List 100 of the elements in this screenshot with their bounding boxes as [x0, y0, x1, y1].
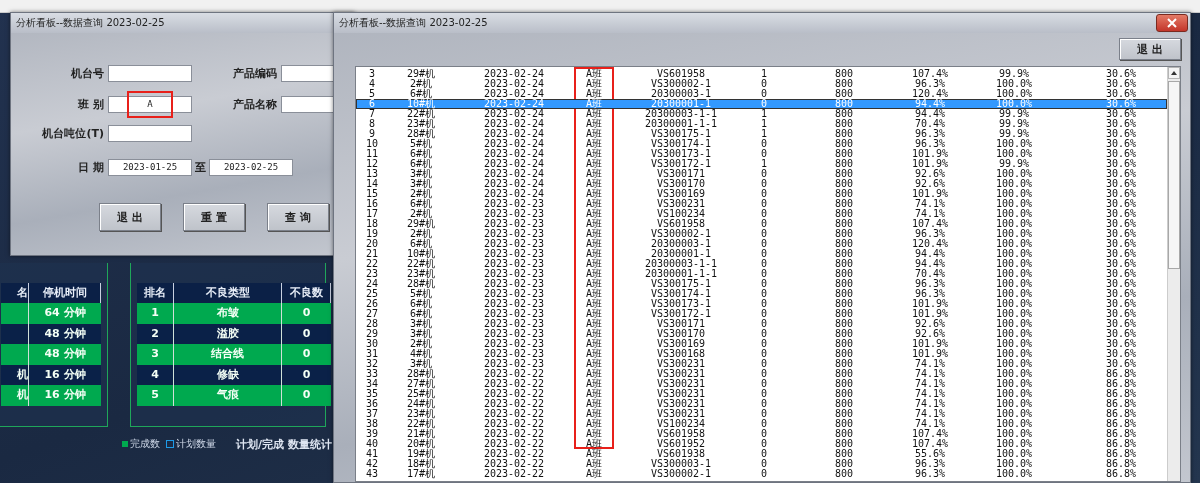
row-cell-text: A班: [585, 269, 603, 279]
scrollbar-thumb[interactable]: [1168, 81, 1180, 269]
row-cell-text: 74.1%: [913, 359, 947, 369]
input-field[interactable]: A: [108, 96, 192, 113]
row-cell-text: 25: [364, 289, 379, 299]
close-button[interactable]: [1156, 14, 1188, 32]
row-cell-text: 0: [760, 149, 768, 159]
list-row[interactable]: 14 3#机 2023-02-24 A班 VS300170 0 800 92.6% 100.0% 30.6%: [356, 179, 1167, 189]
list-row[interactable]: 35 25#机 2023-02-22 A班 VS300231 0 800 74.1% 100.0% 86.8%: [356, 389, 1167, 399]
row-cell-text: 20300003-1: [649, 89, 713, 99]
table-cell: 2: [137, 323, 174, 345]
row-cell-text: 800: [833, 189, 855, 199]
row-cell-text: 800: [833, 299, 855, 309]
row-cell-text: 13: [364, 169, 379, 179]
row-cell-text: VS300170: [655, 179, 707, 189]
list-row[interactable]: 16 6#机 2023-02-23 A班 VS300231 0 800 74.1% 100.0% 30.6%: [356, 199, 1167, 209]
list-row[interactable]: 5 6#机 2023-02-24 A班 20300003-1 0 800 120.4% 100.0% 30.6%: [356, 89, 1167, 99]
list-row[interactable]: 43 17#机 2023-02-22 A班 VS300002-1 0 800 96.3% 100.0% 86.8%: [356, 469, 1167, 479]
row-cell-text: 18: [364, 219, 379, 229]
row-cell-text: 24: [364, 279, 379, 289]
row-cell-text: 800: [833, 69, 855, 79]
date-field[interactable]: 2023-01-25: [108, 159, 192, 176]
row-cell-text: 2023-02-22: [482, 459, 546, 469]
row-cell-text: 100.0%: [994, 79, 1034, 89]
row-cell-text: 74.1%: [913, 199, 947, 209]
row-cell-text: 22#机: [405, 419, 437, 429]
list-row[interactable]: 10 5#机 2023-02-24 A班 VS300174-1 0 800 96.3% 100.0% 30.6%: [356, 139, 1167, 149]
row-cell-text: 0: [760, 379, 768, 389]
list-row[interactable]: 42 18#机 2023-02-22 A班 VS300003-1 0 800 96.3% 100.0% 86.8%: [356, 459, 1167, 469]
row-cell-text: 800: [833, 439, 855, 449]
exit-button[interactable]: 退 出: [1119, 38, 1181, 60]
row-cell-text: 100.0%: [994, 449, 1034, 459]
list-row[interactable]: 31 4#机 2023-02-23 A班 VS300168 0 800 101.9% 100.0% 30.6%: [356, 349, 1167, 359]
list-row[interactable]: 24 28#机 2023-02-23 A班 VS300175-1 0 800 96.3% 100.0% 30.6%: [356, 279, 1167, 289]
list-row[interactable]: 32 3#机 2023-02-23 A班 VS300231 0 800 74.1% 100.0% 30.6%: [356, 359, 1167, 369]
row-cell-text: 92.6%: [913, 329, 947, 339]
list-row[interactable]: 34 27#机 2023-02-22 A班 VS300231 0 800 74.1% 100.0% 86.8%: [356, 379, 1167, 389]
row-cell-text: A班: [585, 449, 603, 459]
list-row[interactable]: 3 29#机 2023-02-24 A班 VS601958 1 800 107.4% 99.9% 30.6%: [356, 69, 1167, 79]
row-cell-text: 42: [364, 459, 379, 469]
list-row[interactable]: 38 22#机 2023-02-22 A班 VS100234 0 800 74.1% 100.0% 86.8%: [356, 419, 1167, 429]
list-row[interactable]: 39 21#机 2023-02-22 A班 VS601958 0 800 107.4% 100.0% 86.8%: [356, 429, 1167, 439]
row-cell-text: 800: [833, 129, 855, 139]
list-row[interactable]: 36 24#机 2023-02-22 A班 VS300231 0 800 74.1% 100.0% 86.8%: [356, 399, 1167, 409]
row-cell-text: 19: [364, 229, 379, 239]
input-field[interactable]: [108, 65, 192, 82]
list-row[interactable]: 17 2#机 2023-02-23 A班 VS100234 0 800 74.1% 100.0% 30.6%: [356, 209, 1167, 219]
row-cell-text: 0: [760, 259, 768, 269]
table-cell: 0: [282, 323, 331, 345]
row-cell-text: 2023-02-23: [482, 359, 546, 369]
list-row[interactable]: 25 5#机 2023-02-23 A班 VS300174-1 0 800 96.3% 100.0% 30.6%: [356, 289, 1167, 299]
list-row[interactable]: 8 23#机 2023-02-24 A班 20300001-1-1 1 800 70.4% 99.9% 30.6%: [356, 119, 1167, 129]
row-cell-text: 30.6%: [1104, 239, 1138, 249]
list-row[interactable]: 18 29#机 2023-02-23 A班 VS601958 0 800 107.4% 100.0% 30.6%: [356, 219, 1167, 229]
field-label: 产品编码: [232, 66, 278, 81]
row-cell-text: A班: [585, 79, 603, 89]
table-cell: 布皱: [174, 303, 282, 324]
input-field[interactable]: [108, 125, 192, 142]
list-row[interactable]: 27 6#机 2023-02-23 A班 VS300172-1 0 800 101.9% 100.0% 30.6%: [356, 309, 1167, 319]
row-cell-text: 2023-02-24: [482, 129, 546, 139]
dialog-button[interactable]: 重 置: [183, 203, 245, 231]
date-field[interactable]: 2023-02-25: [209, 159, 293, 176]
row-cell-text: 800: [833, 349, 855, 359]
list-row[interactable]: 23 23#机 2023-02-23 A班 20300001-1-1 0 800 70.4% 100.0% 30.6%: [356, 269, 1167, 279]
row-cell-text: 30.6%: [1104, 199, 1138, 209]
list-row[interactable]: 21 10#机 2023-02-23 A班 20300001-1 0 800 94.4% 100.0% 30.6%: [356, 249, 1167, 259]
row-cell-text: 30.6%: [1104, 229, 1138, 239]
list-row[interactable]: 11 6#机 2023-02-24 A班 VS300173-1 0 800 101.9% 100.0% 30.6%: [356, 149, 1167, 159]
row-cell-text: 20300001-1: [649, 99, 713, 109]
list-row[interactable]: 29 3#机 2023-02-23 A班 VS300170 0 800 92.6% 100.0% 30.6%: [356, 329, 1167, 339]
row-cell-text: 17: [364, 209, 379, 219]
row-cell-text: 30.6%: [1104, 69, 1138, 79]
row-cell-text: 30.6%: [1104, 209, 1138, 219]
scroll-up-button[interactable]: [1168, 67, 1180, 79]
list-row[interactable]: 41 19#机 2023-02-22 A班 VS601938 0 800 55.6% 100.0% 86.8%: [356, 449, 1167, 459]
row-cell-text: 100.0%: [994, 409, 1034, 419]
list-row[interactable]: 30 2#机 2023-02-23 A班 VS300169 0 800 101.9% 100.0% 30.6%: [356, 339, 1167, 349]
dialog-button[interactable]: 退 出: [99, 203, 161, 231]
row-cell-text: 800: [833, 169, 855, 179]
list-row[interactable]: 9 28#机 2023-02-24 A班 VS300175-1 1 800 96.3% 99.9% 30.6%: [356, 129, 1167, 139]
row-cell-text: 2023-02-22: [482, 439, 546, 449]
row-cell-text: 96.3%: [913, 289, 947, 299]
list-row[interactable]: 15 2#机 2023-02-24 A班 VS300169 0 800 101.9% 100.0% 30.6%: [356, 189, 1167, 199]
row-cell-text: 23#机: [405, 409, 437, 419]
list-row[interactable]: 20 6#机 2023-02-23 A班 20300003-1 0 800 120.4% 100.0% 30.6%: [356, 239, 1167, 249]
row-cell-text: 0: [760, 319, 768, 329]
list-row[interactable]: 12 6#机 2023-02-24 A班 VS300172-1 1 800 101.9% 99.9% 30.6%: [356, 159, 1167, 169]
row-cell-text: 120.4%: [910, 239, 950, 249]
list-row[interactable]: 4 2#机 2023-02-24 A班 VS300002-1 0 800 96.3% 100.0% 30.6%: [356, 79, 1167, 89]
list-row[interactable]: 26 6#机 2023-02-23 A班 VS300173-1 0 800 101.9% 100.0% 30.6%: [356, 299, 1167, 309]
list-row[interactable]: 13 3#机 2023-02-24 A班 VS300171 0 800 92.6% 100.0% 30.6%: [356, 169, 1167, 179]
list-row[interactable]: 40 20#机 2023-02-22 A班 VS601952 0 800 107.4% 100.0% 86.8%: [356, 439, 1167, 449]
list-row[interactable]: 33 28#机 2023-02-22 A班 VS300231 0 800 74.1% 100.0% 86.8%: [356, 369, 1167, 379]
list-row[interactable]: 19 2#机 2023-02-23 A班 VS300002-1 0 800 96.3% 100.0% 30.6%: [356, 229, 1167, 239]
row-cell-text: 2023-02-22: [482, 389, 546, 399]
dialog-button[interactable]: 查 询: [267, 203, 329, 231]
list-row[interactable]: 28 3#机 2023-02-23 A班 VS300171 0 800 92.6% 100.0% 30.6%: [356, 319, 1167, 329]
list-row[interactable]: 22 22#机 2023-02-23 A班 20300003-1-1 0 800 94.4% 100.0% 30.6%: [356, 259, 1167, 269]
list-row[interactable]: 37 23#机 2023-02-22 A班 VS300231 0 800 74.1% 100.0% 86.8%: [356, 409, 1167, 419]
list-row[interactable]: 7 22#机 2023-02-24 A班 20300003-1-1 1 800 94.4% 99.9% 30.6%: [356, 109, 1167, 119]
